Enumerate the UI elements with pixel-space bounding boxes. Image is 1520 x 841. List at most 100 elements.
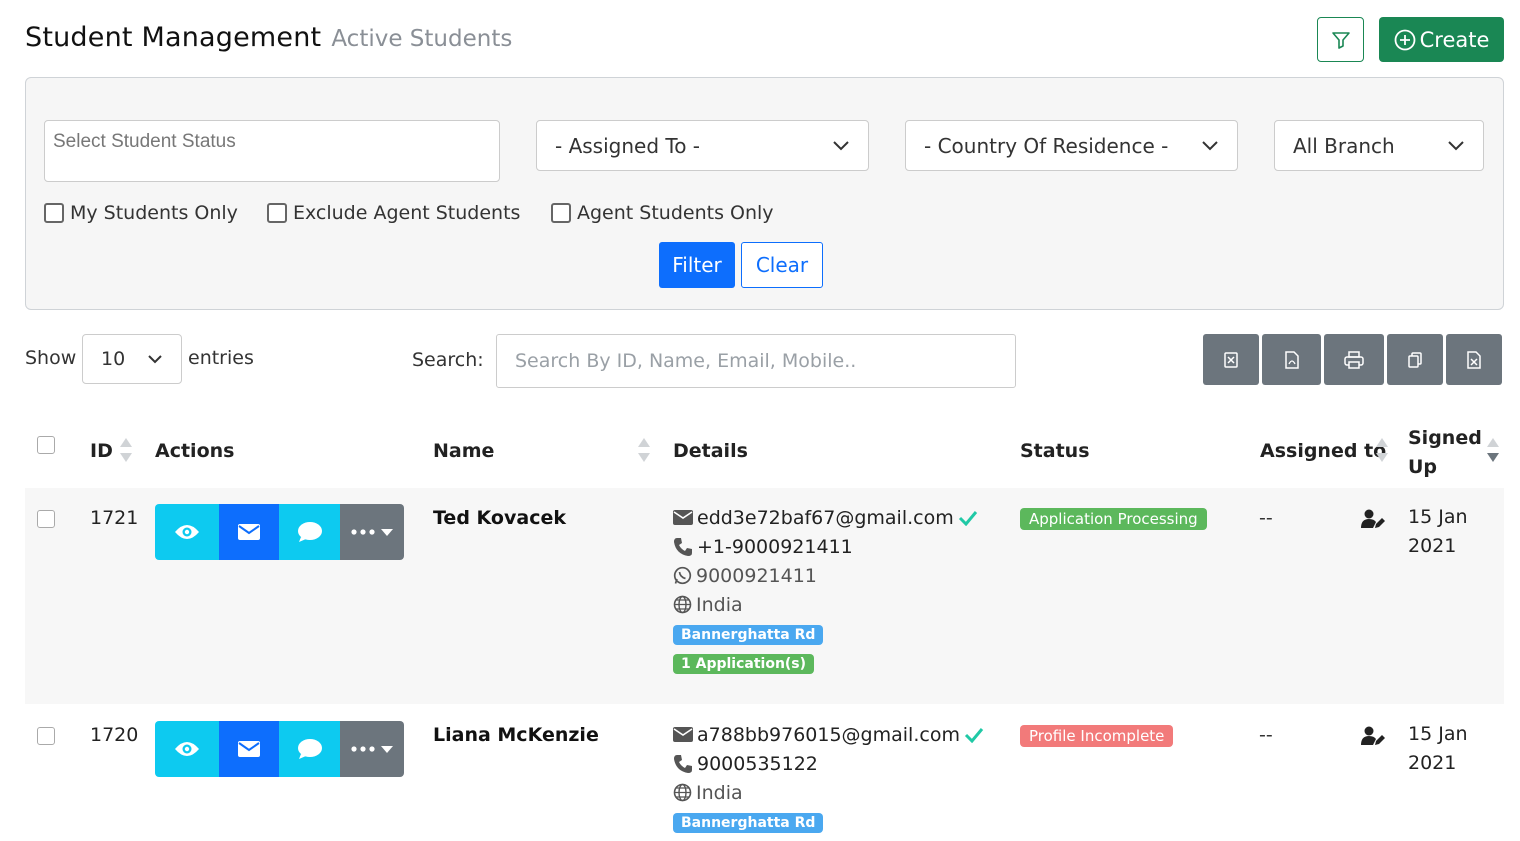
student-name[interactable]: Liana McKenzie: [433, 724, 599, 746]
view-button[interactable]: [155, 504, 219, 560]
check-icon: [958, 510, 977, 526]
print-button[interactable]: [1324, 334, 1384, 385]
sort-icon[interactable]: [1486, 436, 1500, 464]
view-button[interactable]: [155, 721, 219, 777]
student-name[interactable]: Ted Kovacek: [433, 507, 566, 529]
email-button[interactable]: [219, 504, 279, 560]
csv-icon: [1467, 350, 1481, 369]
column-id[interactable]: ID: [90, 440, 113, 462]
create-button[interactable]: Create: [1379, 17, 1504, 62]
exclude-agent-students-label: Exclude Agent Students: [293, 202, 521, 224]
export-buttons: [1203, 334, 1502, 385]
copy-icon: [1408, 351, 1422, 368]
column-status: Status: [1020, 440, 1090, 462]
my-students-only-option[interactable]: My Students Only: [44, 202, 238, 224]
envelope-icon: [673, 727, 693, 742]
eye-icon: [175, 742, 199, 756]
chat-button[interactable]: [279, 721, 340, 777]
applications-tag[interactable]: 1 Application(s): [673, 653, 815, 674]
chevron-down-icon: [833, 140, 849, 150]
signed-up-date: 15 Jan 2021: [1408, 503, 1498, 561]
funnel-icon: [1331, 31, 1350, 49]
show-label: Show: [25, 347, 77, 369]
row-actions: [155, 721, 404, 777]
table-row: 1720 Liana McKenzie a788bb976015@gmail.c…: [25, 704, 1504, 841]
exclude-agent-students-option[interactable]: Exclude Agent Students: [267, 202, 520, 224]
table-row: 1721 Ted Kovacek edd3e72baf67@gmail.com …: [25, 488, 1504, 704]
signed-up-date: 15 Jan 2021: [1408, 720, 1498, 778]
export-pdf-button[interactable]: [1262, 334, 1321, 385]
student-phone: 9000535122: [697, 752, 818, 775]
chat-button[interactable]: [279, 504, 340, 560]
column-signed-up[interactable]: Signed Up: [1408, 424, 1488, 482]
student-email: a788bb976015@gmail.com: [697, 723, 960, 746]
student-country: India: [696, 593, 743, 616]
check-icon: [964, 727, 984, 743]
column-details: Details: [673, 440, 748, 462]
search-input[interactable]: [496, 334, 1016, 388]
my-students-only-checkbox[interactable]: [44, 203, 64, 223]
caret-down-icon: [381, 745, 393, 753]
student-email: edd3e72baf67@gmail.com: [697, 506, 954, 529]
search-label: Search:: [412, 349, 484, 371]
sort-icon[interactable]: [1375, 436, 1389, 464]
filter-button[interactable]: Filter: [659, 242, 735, 288]
pdf-icon: [1284, 350, 1299, 369]
filter-panel: Select Student Status - Assigned To - - …: [25, 77, 1504, 310]
export-excel-button[interactable]: [1203, 334, 1259, 385]
filter-toggle-button[interactable]: [1317, 17, 1364, 62]
chevron-down-icon: [148, 354, 162, 363]
column-actions: Actions: [155, 440, 235, 462]
copy-button[interactable]: [1387, 334, 1443, 385]
globe-icon: [673, 783, 692, 802]
row-actions: [155, 504, 404, 560]
exclude-agent-students-checkbox[interactable]: [267, 203, 287, 223]
select-all-checkbox[interactable]: [37, 436, 55, 454]
agent-students-only-checkbox[interactable]: [551, 203, 571, 223]
sort-icon[interactable]: [637, 436, 651, 464]
country-dropdown[interactable]: - Country Of Residence -: [905, 120, 1238, 171]
column-assigned-to[interactable]: Assigned to: [1260, 440, 1386, 462]
row-checkbox[interactable]: [37, 510, 55, 528]
branch-tag: Bannerghatta Rd: [673, 812, 824, 833]
email-button[interactable]: [219, 721, 279, 777]
clear-button[interactable]: Clear: [741, 242, 823, 288]
caret-down-icon: [381, 528, 393, 536]
status-badge: Application Processing: [1020, 508, 1207, 530]
student-phone: +1-9000921411: [697, 535, 853, 558]
signed-up-day: 15 Jan: [1408, 506, 1468, 528]
assigned-to-value: - Assigned To -: [555, 133, 701, 158]
entries-select[interactable]: 10: [82, 334, 182, 384]
sort-icon[interactable]: [119, 436, 133, 464]
agent-students-only-label: Agent Students Only: [577, 202, 774, 224]
row-id: 1721: [90, 507, 139, 529]
assigned-to-value: --: [1259, 724, 1273, 746]
more-actions-button[interactable]: [340, 721, 404, 777]
student-status-select[interactable]: Select Student Status: [44, 120, 500, 182]
entries-value: 10: [101, 348, 126, 370]
branch-dropdown[interactable]: All Branch: [1274, 120, 1484, 171]
export-csv-button[interactable]: [1446, 334, 1502, 385]
ellipsis-icon: [351, 529, 375, 535]
globe-icon: [673, 595, 692, 614]
envelope-icon: [238, 741, 260, 757]
eye-icon: [175, 525, 199, 539]
country-value: - Country Of Residence -: [924, 133, 1169, 158]
signed-up-day: 15 Jan: [1408, 723, 1468, 745]
envelope-icon: [238, 524, 260, 540]
signed-up-year: 2021: [1408, 535, 1457, 557]
agent-students-only-option[interactable]: Agent Students Only: [551, 202, 774, 224]
phone-icon: [674, 537, 692, 556]
assigned-to-dropdown[interactable]: - Assigned To -: [536, 120, 869, 171]
user-edit-icon[interactable]: [1361, 509, 1385, 529]
user-edit-icon[interactable]: [1361, 726, 1385, 746]
column-name[interactable]: Name: [433, 440, 494, 462]
status-badge: Profile Incomplete: [1020, 725, 1174, 747]
student-whatsapp: 9000921411: [696, 564, 817, 587]
more-actions-button[interactable]: [340, 504, 404, 560]
chat-icon: [297, 522, 322, 542]
row-checkbox[interactable]: [37, 727, 55, 745]
branch-value: All Branch: [1293, 133, 1395, 158]
phone-icon: [674, 754, 692, 773]
assigned-to-value: --: [1259, 507, 1273, 529]
